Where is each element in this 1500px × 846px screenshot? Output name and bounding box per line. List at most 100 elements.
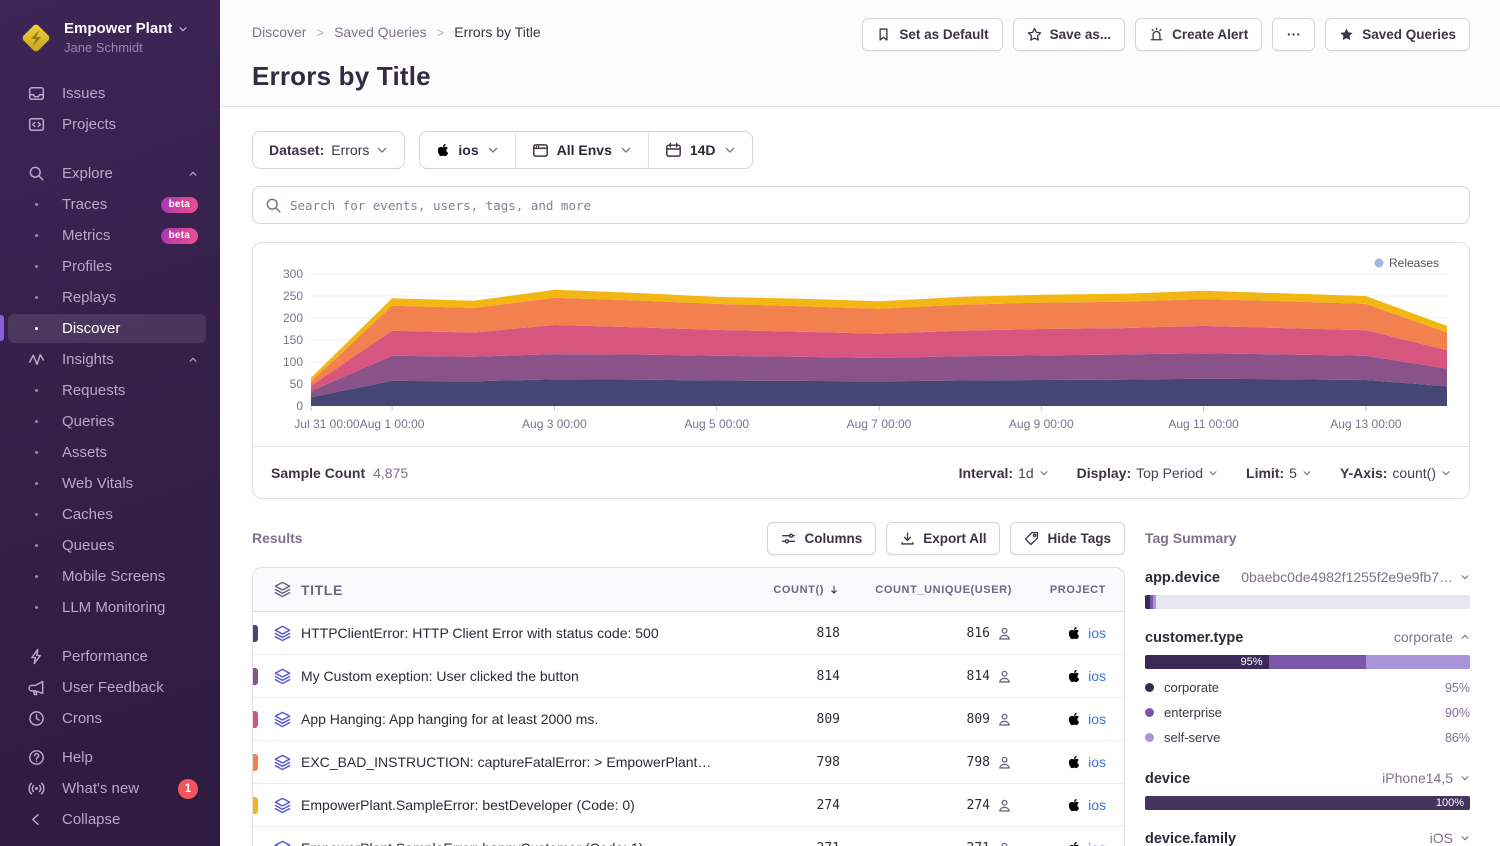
column-header-count-unique-user[interactable]: COUNT_UNIQUE(USER) [840,584,1012,596]
sidebar-item-queries[interactable]: Queries [0,406,220,437]
hide-tags-button[interactable]: Hide Tags [1010,522,1125,555]
count-unique-value: 798 [967,755,990,770]
date-range-filter[interactable]: 14D [648,132,752,168]
export-all-button[interactable]: Export All [886,522,1000,555]
tag-section-toggle[interactable]: customer.typecorporate [1145,629,1470,646]
saved-queries-button[interactable]: Saved Queries [1325,18,1470,51]
project-link[interactable]: ios [1088,754,1106,770]
limit-selector[interactable]: Limit:5 [1246,465,1312,481]
tag-legend-item[interactable]: corporate95% [1145,675,1470,700]
table-row[interactable]: EmpowerPlant.SampleError: happyCustomer … [253,827,1124,846]
bullet-icon [26,234,46,237]
tag-distribution-bar[interactable]: 95% [1145,655,1470,669]
user-icon [997,754,1012,771]
sidebar-item-explore[interactable]: Explore [0,158,220,189]
chevron-down-icon [1460,572,1470,582]
button-label: Export All [923,531,986,546]
sidebar-item-projects[interactable]: Projects [0,109,220,140]
series-color-bar [253,625,258,642]
beta-badge: beta [161,197,198,213]
tag-section-toggle[interactable]: app.device0baebc0de4982f1255f2e9e9fb7… [1145,569,1470,586]
sidebar-collapse-button[interactable]: Collapse [0,804,220,835]
layers-icon [274,581,291,598]
error-title: EmpowerPlant.SampleError: happyCustomer … [301,840,728,846]
save-as-button[interactable]: Save as... [1013,18,1126,51]
tag-section-toggle[interactable]: device.familyiOS [1145,830,1470,846]
project-link[interactable]: ios [1088,668,1106,684]
display-selector[interactable]: Display:Top Period [1077,465,1218,481]
table-row[interactable]: App Hanging: App hanging for at least 20… [253,698,1124,741]
tag-section-toggle[interactable]: deviceiPhone14,5 [1145,770,1470,787]
column-header-title[interactable]: TITLE [301,582,728,598]
sidebar-item-metrics[interactable]: Metricsbeta [0,220,220,251]
tag-top-value: corporate [1394,629,1453,645]
sidebar-item-label: Replays [62,289,116,306]
breadcrumb-saved-queries[interactable]: Saved Queries [334,24,427,40]
search-input[interactable] [290,198,1457,213]
column-header-project[interactable]: PROJECT [1012,584,1124,596]
sidebar-item-what-s-new[interactable]: What's new1 [0,773,220,804]
sidebar-item-crons[interactable]: Crons [0,703,220,734]
more-options-button[interactable] [1272,18,1315,51]
bullet-icon [26,513,46,516]
bullet-icon [26,327,46,330]
sidebar-item-web-vitals[interactable]: Web Vitals [0,468,220,499]
sidebar-item-profiles[interactable]: Profiles [0,251,220,282]
project-filter[interactable]: ios [420,132,514,168]
set-as-default-button[interactable]: Set as Default [862,18,1002,51]
project-link[interactable]: ios [1088,711,1106,727]
tag-legend-item[interactable]: enterprise90% [1145,700,1470,725]
breadcrumb-discover[interactable]: Discover [252,24,306,40]
sidebar-item-llm-monitoring[interactable]: LLM Monitoring [0,592,220,623]
table-row[interactable]: EXC_BAD_INSTRUCTION: captureFatalError: … [253,741,1124,784]
y-axis-selector[interactable]: Y-Axis:count() [1340,465,1451,481]
count-value: 814 [817,669,840,684]
tag-distribution-bar[interactable] [1145,595,1470,609]
legend-releases[interactable]: Releases [1375,256,1440,270]
sidebar-item-assets[interactable]: Assets [0,437,220,468]
table-row[interactable]: EmpowerPlant.SampleError: bestDeveloper … [253,784,1124,827]
sidebar-item-performance[interactable]: Performance [0,641,220,672]
sidebar-item-issues[interactable]: Issues [0,78,220,109]
tag-summary-heading: Tag Summary [1145,521,1470,555]
create-alert-button[interactable]: Create Alert [1135,18,1262,51]
sidebar-item-replays[interactable]: Replays [0,282,220,313]
column-header-count[interactable]: COUNT() [728,584,840,596]
table-row[interactable]: HTTPClientError: HTTP Client Error with … [253,612,1124,655]
sidebar-item-traces[interactable]: Tracesbeta [0,189,220,220]
sidebar-item-help[interactable]: Help [0,742,220,773]
project-link[interactable]: ios [1088,840,1106,846]
apple-icon [1067,626,1081,640]
sidebar-item-requests[interactable]: Requests [0,375,220,406]
user-icon [997,797,1012,814]
org-switcher[interactable]: Empower Plant Jane Schmidt [0,14,220,68]
columns-button[interactable]: Columns [767,522,876,555]
table-row[interactable]: My Custom exeption: User clicked the but… [253,655,1124,698]
sidebar-item-mobile-screens[interactable]: Mobile Screens [0,561,220,592]
series-color-bar [253,711,258,728]
button-label: Save as... [1050,27,1112,42]
dataset-selector[interactable]: Dataset: Errors [252,131,405,169]
sidebar-item-insights[interactable]: Insights [0,344,220,375]
interval-selector[interactable]: Interval:1d [959,465,1049,481]
environment-filter-value: All Envs [557,142,612,158]
sidebar-item-queues[interactable]: Queues [0,530,220,561]
sidebar-item-caches[interactable]: Caches [0,499,220,530]
issues-icon [28,85,45,102]
tag-legend-item[interactable]: self-serve86% [1145,725,1470,750]
environment-filter[interactable]: All Envs [515,132,648,168]
project-link[interactable]: ios [1088,625,1106,641]
sidebar-item-discover[interactable]: Discover [0,313,220,344]
events-chart[interactable]: 050100150200250300Jul 31 00:00Aug 1 00:0… [253,243,1469,446]
sidebar-item-label: User Feedback [62,679,164,696]
tag-distribution-bar[interactable]: 100% [1145,796,1470,810]
svg-text:Aug 5 00:00: Aug 5 00:00 [684,417,749,431]
chevron-left-icon [28,811,45,828]
sidebar-item-user-feedback[interactable]: User Feedback [0,672,220,703]
svg-text:Aug 13 00:00: Aug 13 00:00 [1330,417,1402,431]
megaphone-icon [28,679,45,696]
error-title: My Custom exeption: User clicked the but… [301,668,728,684]
project-link[interactable]: ios [1088,797,1106,813]
page-title: Errors by Title [252,61,1470,92]
apple-icon [1067,755,1081,769]
